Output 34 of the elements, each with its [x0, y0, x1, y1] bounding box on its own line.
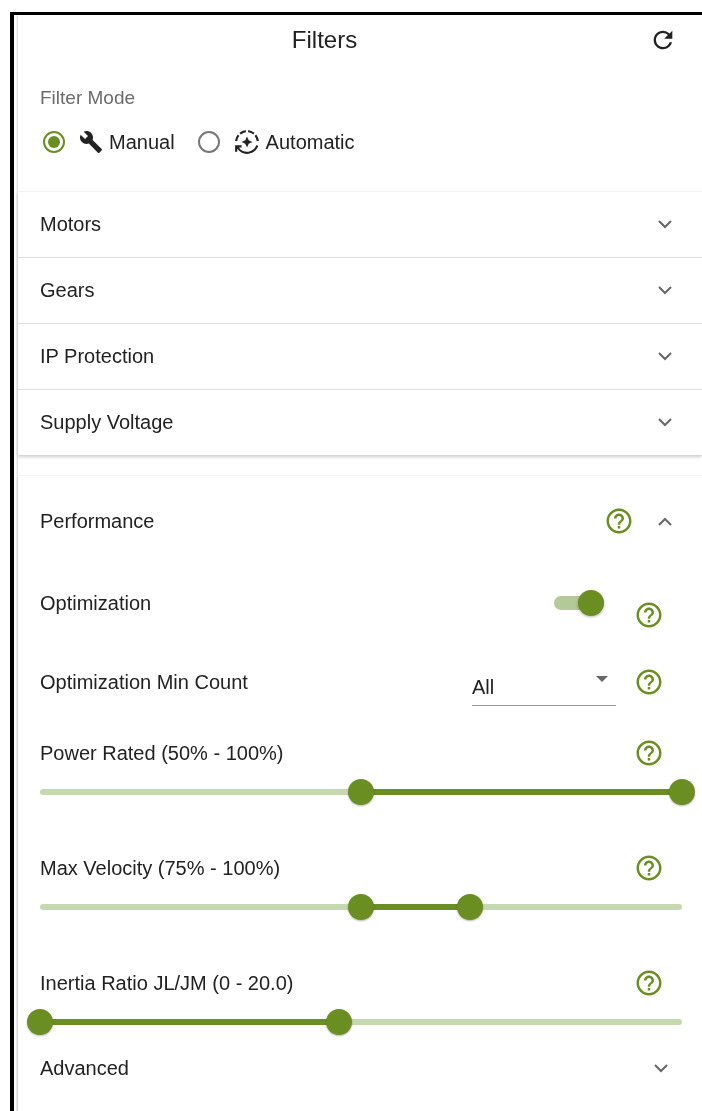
chevron-icon — [658, 418, 672, 427]
help-icon[interactable] — [604, 506, 634, 536]
radio-label[interactable]: Automatic — [265, 130, 355, 154]
panel-title: Filters — [290, 26, 359, 54]
help-icon[interactable] — [634, 968, 664, 998]
option-label: Optimization Min Count — [40, 670, 249, 694]
accordion-header[interactable]: Supply Voltage — [18, 390, 702, 455]
field-label: Filter Mode — [40, 87, 137, 109]
help-icon[interactable] — [634, 667, 664, 697]
select-field[interactable]: All — [472, 670, 616, 706]
chevron-icon — [658, 286, 672, 295]
radio-button[interactable] — [197, 131, 220, 153]
help-icon[interactable] — [634, 738, 664, 768]
help-icon[interactable] — [634, 853, 664, 883]
help-icon[interactable] — [634, 600, 664, 630]
accordion-header[interactable]: Motors — [18, 192, 702, 258]
slider-label: Inertia Ratio JL/JM (0 - 20.0) — [40, 971, 295, 995]
slider-label: Power Rated (50% - 100%) — [40, 741, 285, 765]
chevron-icon — [658, 352, 672, 361]
chevron-icon — [658, 220, 672, 229]
chevron-icon — [658, 516, 672, 526]
radio-button[interactable] — [43, 131, 65, 153]
toggle-switch[interactable] — [554, 590, 604, 616]
sparkle-cycle-icon — [233, 129, 260, 155]
radio-label[interactable]: Manual — [109, 130, 175, 154]
accordion-header[interactable]: Gears — [18, 258, 702, 324]
slider-label: Max Velocity (75% - 100%) — [40, 856, 282, 880]
wrench-icon — [79, 130, 103, 154]
dropdown-caret-icon — [596, 676, 608, 682]
accordion-header[interactable]: Performance — [18, 476, 702, 566]
accordion-header[interactable]: IP Protection — [18, 324, 702, 390]
option-label: Optimization — [40, 591, 153, 615]
accordion-header[interactable]: Advanced — [18, 1044, 702, 1092]
chevron-icon — [654, 1063, 668, 1073]
